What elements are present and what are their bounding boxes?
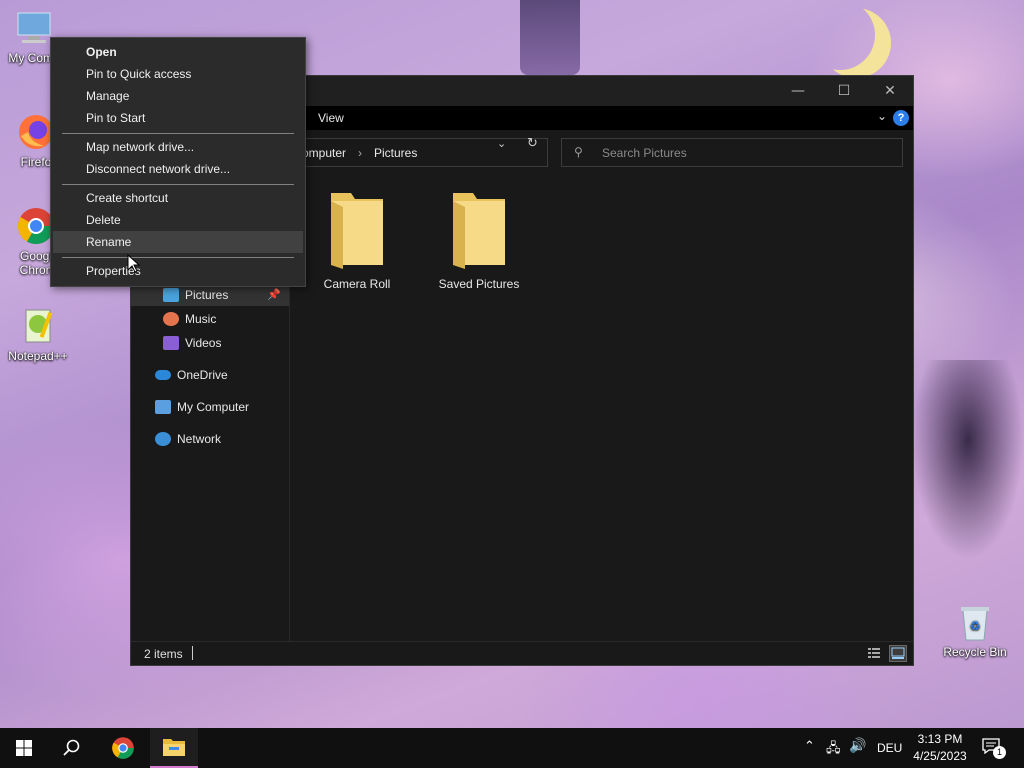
- wallpaper-moon: [805, 0, 875, 70]
- help-icon[interactable]: ?: [893, 110, 909, 126]
- start-icon: [16, 740, 32, 756]
- language-indicator[interactable]: DEU: [877, 741, 902, 755]
- menu-item-open[interactable]: Open: [53, 41, 303, 63]
- context-menu: Open Pin to Quick access Manage Pin to S…: [50, 37, 306, 287]
- search-icon: [63, 739, 80, 756]
- breadcrumb-pictures[interactable]: Pictures: [374, 146, 417, 160]
- minimize-button[interactable]: —: [775, 76, 821, 106]
- nav-item-network[interactable]: Network: [155, 428, 221, 450]
- menu-item-pin-start[interactable]: Pin to Start: [53, 107, 303, 129]
- folder-label: Camera Roll: [323, 277, 391, 291]
- nav-item-videos[interactable]: Videos: [163, 332, 221, 354]
- menu-item-create-shortcut[interactable]: Create shortcut: [53, 187, 303, 209]
- menu-item-map-network-drive[interactable]: Map network drive...: [53, 136, 303, 158]
- close-button[interactable]: ✕: [867, 76, 913, 106]
- desktop-icon-notepadpp[interactable]: Notepad++: [0, 306, 76, 363]
- action-center-button[interactable]: 1: [982, 738, 1006, 759]
- start-button[interactable]: [0, 728, 48, 768]
- menu-item-rename[interactable]: Rename: [53, 231, 303, 253]
- computer-icon: [14, 8, 54, 48]
- notepadpp-icon: [18, 306, 58, 346]
- onedrive-icon: [155, 370, 171, 380]
- breadcrumb-separator-icon: ›: [358, 146, 362, 160]
- menu-item-pin-quick-access[interactable]: Pin to Quick access: [53, 63, 303, 85]
- desktop-icon-recycle-bin[interactable]: ♻ Recycle Bin: [937, 602, 1013, 659]
- show-hidden-icons-icon[interactable]: ⌃: [804, 739, 815, 754]
- desktop-icon-label: Recycle Bin: [943, 645, 1007, 659]
- volume-icon[interactable]: 🔊: [849, 738, 866, 754]
- search-placeholder: Search Pictures: [602, 146, 687, 160]
- folder-icon: [329, 189, 385, 269]
- tab-view[interactable]: View: [318, 111, 344, 125]
- music-icon: [163, 312, 179, 326]
- network-status-icon[interactable]: 🖧: [826, 739, 841, 761]
- clock-date: 4/25/2023: [913, 749, 967, 763]
- folder-camera-roll[interactable]: Camera Roll: [302, 189, 412, 291]
- menu-item-disconnect-network-drive[interactable]: Disconnect network drive...: [53, 158, 303, 180]
- maximize-button[interactable]: ☐: [821, 76, 867, 106]
- notification-badge: 1: [993, 746, 1006, 759]
- menu-item-delete[interactable]: Delete: [53, 209, 303, 231]
- menu-separator: [62, 184, 294, 185]
- nav-item-my-computer[interactable]: My Computer: [155, 396, 249, 418]
- nav-item-label: Pictures: [185, 288, 229, 302]
- taskbar: ⌃ 🖧 🔊 DEU 3:13 PM 4/25/2023 1: [0, 728, 1024, 768]
- wallpaper-shadow: [912, 360, 1024, 560]
- breadcrumb-computer[interactable]: omputer: [302, 146, 346, 160]
- nav-item-label: Music: [185, 312, 217, 326]
- menu-separator: [62, 133, 294, 134]
- item-count: 2 items: [144, 647, 183, 661]
- status-bar: 2 items: [131, 641, 913, 665]
- address-dropdown-icon[interactable]: ⌄: [497, 137, 506, 150]
- status-divider: [192, 646, 193, 660]
- search-input[interactable]: ⚲ Search Pictures: [561, 138, 903, 167]
- details-view-icon[interactable]: [865, 645, 883, 662]
- desktop-icon-label: Notepad++: [8, 349, 68, 363]
- file-explorer-icon: [163, 739, 185, 756]
- folder-saved-pictures[interactable]: Saved Pictures: [424, 189, 534, 291]
- menu-item-properties[interactable]: Properties: [53, 260, 303, 282]
- nav-item-music[interactable]: Music: [163, 308, 216, 330]
- recycle-bin-icon: ♻: [955, 602, 995, 642]
- pictures-icon: [163, 288, 179, 302]
- taskbar-chrome[interactable]: [99, 728, 147, 768]
- taskbar-file-explorer[interactable]: [150, 728, 198, 768]
- large-icons-view-icon[interactable]: [889, 645, 907, 662]
- folder-label: Saved Pictures: [438, 277, 520, 291]
- wallpaper-tower: [520, 0, 580, 75]
- clock-time: 3:13 PM: [917, 732, 963, 746]
- videos-icon: [163, 336, 179, 350]
- nav-item-label: Videos: [185, 336, 222, 350]
- clock[interactable]: 3:13 PM 4/25/2023: [905, 732, 975, 763]
- search-icon: ⚲: [574, 145, 583, 159]
- chrome-icon: [112, 737, 134, 759]
- folder-icon: [451, 189, 507, 269]
- nav-item-label: Network: [177, 432, 222, 446]
- computer-icon: [155, 400, 171, 414]
- menu-item-manage[interactable]: Manage: [53, 85, 303, 107]
- file-list: Camera Roll Saved Pictures: [290, 175, 913, 643]
- svg-text:♻: ♻: [970, 619, 981, 633]
- mouse-pointer-icon: [127, 254, 141, 273]
- nav-item-onedrive[interactable]: OneDrive: [155, 364, 228, 386]
- search-button[interactable]: [48, 728, 96, 768]
- nav-item-label: OneDrive: [177, 368, 228, 382]
- nav-item-label: My Computer: [177, 400, 250, 414]
- address-bar[interactable]: omputer › Pictures: [291, 138, 548, 167]
- menu-separator: [62, 257, 294, 258]
- ribbon-expand-icon[interactable]: ⌄: [877, 109, 887, 123]
- pin-icon[interactable]: 📌: [267, 288, 281, 301]
- refresh-icon[interactable]: ↻: [527, 136, 538, 151]
- network-icon: [155, 432, 171, 446]
- nav-item-pictures[interactable]: Pictures 📌: [131, 284, 289, 306]
